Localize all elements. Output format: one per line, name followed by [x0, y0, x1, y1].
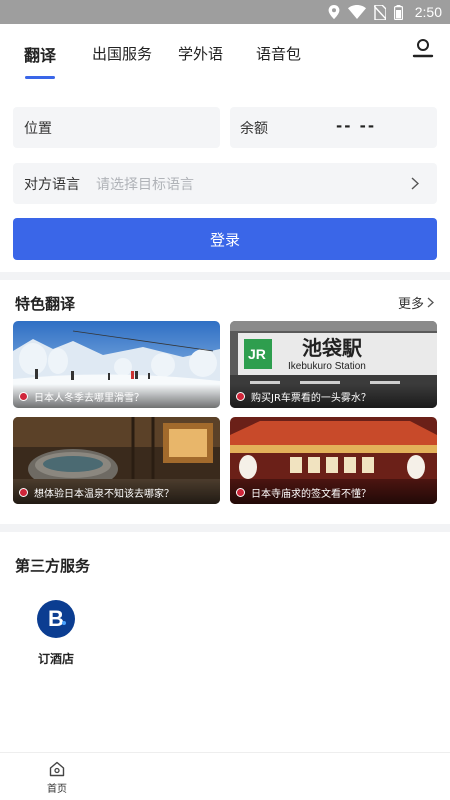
booking-logo-letter: B	[48, 606, 64, 631]
red-dot-icon	[236, 391, 245, 401]
home-icon	[49, 761, 65, 777]
target-language-placeholder: 请选择目标语言	[96, 176, 194, 193]
balance-value: -- --	[336, 117, 377, 135]
location-icon	[328, 5, 340, 19]
red-dot-icon	[236, 487, 245, 497]
user-profile-icon[interactable]	[412, 38, 434, 60]
wifi-icon	[347, 5, 366, 19]
balance-field: 余额 -- --	[230, 107, 437, 148]
card-caption: 想体验日本温泉不知该去哪家？	[13, 480, 220, 504]
more-label: 更多	[397, 297, 424, 312]
featured-section-title: 特色翻译	[15, 295, 76, 313]
tab-translate[interactable]: 翻译	[24, 42, 56, 66]
featured-card-ski[interactable]: 日本人冬季去哪里滑雪？	[13, 321, 220, 408]
status-bar: 2:50	[0, 0, 450, 24]
active-tab-indicator	[25, 76, 55, 79]
card-caption: 日本寺庙求的签文看不懂？	[230, 480, 437, 504]
featured-card-onsen[interactable]: 想体验日本温泉不知该去哪家？	[13, 417, 220, 504]
login-button[interactable]: 登录	[13, 218, 437, 260]
tab-learn-language[interactable]: 学外语	[178, 43, 223, 64]
booking-logo-dot	[62, 621, 66, 625]
red-dot-icon	[19, 487, 28, 497]
location-field[interactable]: 位置	[13, 107, 220, 148]
featured-card-jr[interactable]: JR 池袋駅 Ikebukuro Station 购买JR车票看的一头雾水？	[230, 321, 437, 408]
station-romaji-text: Ikebukuro Station	[288, 361, 366, 372]
red-dot-icon	[19, 391, 28, 401]
tab-voice-pack[interactable]: 语音包	[256, 43, 301, 64]
card-caption: 日本人冬季去哪里滑雪？	[13, 384, 220, 408]
card-caption: 购买JR车票看的一头雾水？	[230, 384, 437, 408]
section-divider	[0, 272, 450, 280]
bottom-navigation: 首页	[0, 752, 450, 800]
jr-logo-text: JR	[248, 346, 266, 362]
card-caption-text: 想体验日本温泉不知该去哪家？	[34, 488, 174, 500]
battery-icon	[393, 4, 403, 20]
station-name-text: 池袋駅	[302, 336, 362, 360]
target-language-label: 对方语言	[24, 176, 80, 193]
tab-travel-services[interactable]: 出国服务	[92, 43, 152, 64]
section-divider	[0, 524, 450, 532]
top-tab-bar: 翻译 出国服务 学外语 语音包	[0, 24, 450, 84]
card-caption-text: 日本寺庙求的签文看不懂？	[251, 488, 371, 500]
clock-time: 2:50	[414, 4, 442, 20]
target-language-selector[interactable]: 对方语言 请选择目标语言	[13, 163, 437, 204]
nav-home-label: 首页	[47, 784, 67, 795]
card-caption-text: 购买JR车票看的一头雾水？	[251, 392, 371, 404]
no-sim-icon	[373, 4, 386, 20]
more-link[interactable]: 更多	[398, 293, 434, 312]
card-caption-text: 日本人冬季去哪里滑雪？	[34, 392, 144, 404]
nav-home[interactable]: 首页	[40, 761, 74, 797]
booking-logo-icon[interactable]: B	[37, 600, 75, 638]
chevron-right-icon	[427, 297, 434, 308]
third-party-section-title: 第三方服务	[15, 557, 91, 575]
featured-card-temple[interactable]: 日本寺庙求的签文看不懂？	[230, 417, 437, 504]
chevron-right-icon	[411, 177, 419, 190]
location-label: 位置	[24, 120, 52, 137]
balance-label: 余额	[240, 120, 268, 137]
hotel-booking-label[interactable]: 订酒店	[38, 650, 74, 667]
